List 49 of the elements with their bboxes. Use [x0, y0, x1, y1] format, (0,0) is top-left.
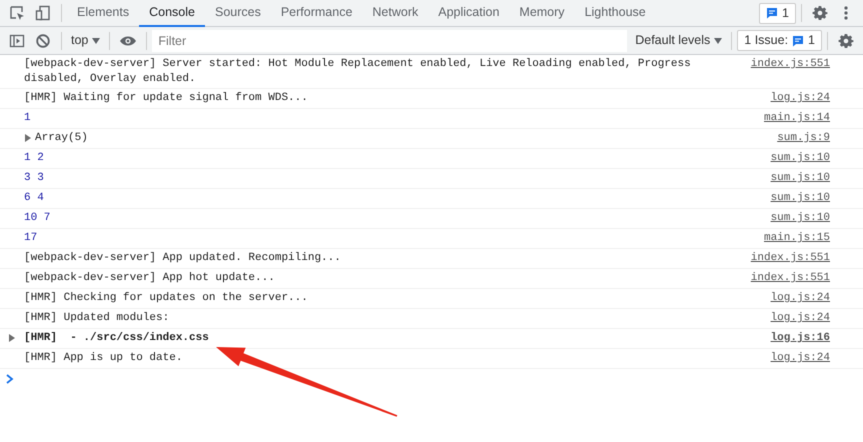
- caret-icon: [92, 38, 100, 44]
- console-message: [webpack-dev-server] App updated. Recompiling...: [24, 251, 342, 266]
- source-link[interactable]: sum.js:10: [770, 211, 830, 226]
- panel-tab[interactable]: Performance: [270, 0, 362, 26]
- panel-tab[interactable]: Lighthouse: [574, 0, 656, 26]
- expand-icon[interactable]: [24, 134, 32, 142]
- levels-select[interactable]: Default levels: [631, 31, 726, 50]
- expand-icon[interactable]: [8, 334, 16, 342]
- message-icon: [766, 7, 778, 19]
- console-message: 6 4: [24, 191, 45, 206]
- console-message: 3 3: [24, 171, 45, 186]
- console-message: [HMR] - ./src/css/index.css: [24, 331, 210, 346]
- source-link[interactable]: index.js:551: [750, 251, 830, 266]
- panel-tab[interactable]: Elements: [67, 0, 140, 26]
- panel-tab[interactable]: Application: [428, 0, 510, 26]
- console-message: 17: [24, 231, 38, 246]
- console-message: 1: [24, 111, 32, 126]
- panel-tab[interactable]: Sources: [204, 0, 271, 26]
- source-link[interactable]: log.js:24: [770, 311, 830, 326]
- issues-button[interactable]: 1 Issue: 1: [737, 30, 822, 51]
- console-message: [HMR] Waiting for update signal from WDS...: [24, 91, 309, 106]
- panel-tab[interactable]: Memory: [509, 0, 575, 26]
- prompt-icon: [6, 374, 14, 384]
- source-link[interactable]: log.js:24: [770, 91, 830, 106]
- messages-button[interactable]: 1: [759, 2, 796, 24]
- console-message: [HMR] Updated modules:: [24, 311, 170, 326]
- console-object[interactable]: Array(5): [35, 131, 88, 146]
- console-message: [webpack-dev-server] App hot update...: [24, 271, 276, 286]
- console-message: [HMR] Checking for updates on the server...: [24, 291, 309, 306]
- source-link[interactable]: index.js:551: [750, 57, 830, 72]
- console-message: [webpack-dev-server] Server started: Hot Module Replacement enabled, Live Reloading enabled, Progress disabled, Overlay enabled.: [24, 57, 692, 86]
- source-link[interactable]: sum.js:9: [777, 131, 830, 146]
- caret-icon: [714, 38, 722, 44]
- filter-field[interactable]: Filter: [152, 30, 628, 52]
- source-link[interactable]: main.js:14: [764, 111, 830, 126]
- source-link[interactable]: sum.js:10: [770, 151, 830, 166]
- message-icon: [792, 34, 804, 46]
- source-link[interactable]: log.js:16: [770, 331, 830, 346]
- console-message: [HMR] App is up to date.: [24, 351, 184, 366]
- source-link[interactable]: main.js:15: [764, 231, 830, 246]
- console-message: 1 2: [24, 151, 45, 166]
- console-message: 10 7: [24, 211, 52, 226]
- source-link[interactable]: log.js:24: [770, 291, 830, 306]
- source-link[interactable]: sum.js:10: [770, 171, 830, 186]
- source-link[interactable]: index.js:551: [750, 271, 830, 286]
- source-link[interactable]: log.js:24: [770, 351, 830, 366]
- context-select[interactable]: top: [67, 31, 104, 50]
- source-link[interactable]: sum.js:10: [770, 191, 830, 206]
- panel-tab[interactable]: Network: [362, 0, 428, 26]
